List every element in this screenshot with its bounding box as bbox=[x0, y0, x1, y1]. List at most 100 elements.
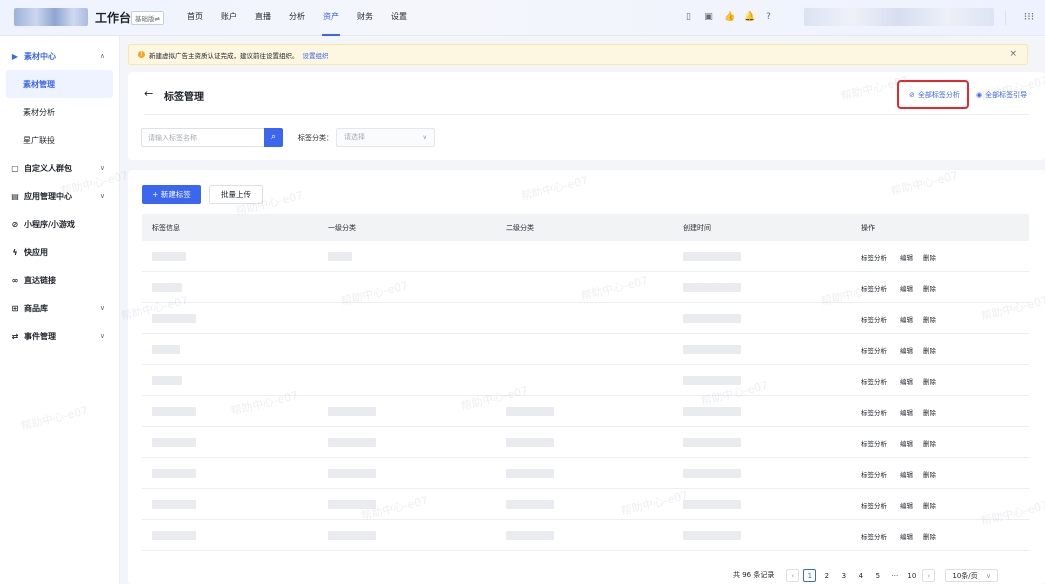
logo[interactable] bbox=[14, 8, 88, 26]
tag-analysis-link[interactable]: 标签分析 bbox=[861, 314, 887, 324]
sidebar-item-direct-link[interactable]: ∞ 直达链接 bbox=[0, 266, 119, 294]
apps-grid-icon[interactable]: ⁝⁝⁝ bbox=[1022, 10, 1036, 24]
notice-banner: ! 新建虚拟广告主资质认证完成，建议前往设置组织。 设置组织 × bbox=[128, 44, 1028, 65]
tag-analysis-link[interactable]: 标签分析 bbox=[861, 376, 887, 386]
delete-link[interactable]: 删除 bbox=[923, 407, 936, 417]
tag-analysis-link[interactable]: 标签分析 bbox=[861, 438, 887, 448]
sidebar-group-label: 商品库 bbox=[24, 303, 48, 313]
page-button[interactable]: 5 bbox=[871, 569, 884, 582]
nav-analysis[interactable]: 分析 bbox=[288, 0, 306, 36]
table-row: 标签分析 编辑 删除 bbox=[142, 365, 1029, 396]
back-arrow-icon[interactable]: ← bbox=[144, 87, 153, 100]
edit-link[interactable]: 编辑 bbox=[900, 407, 913, 417]
thumb-icon[interactable]: 👍 bbox=[724, 12, 735, 22]
sidebar-group-product-library[interactable]: ⊞ 商品库 ∨ bbox=[0, 294, 119, 322]
edit-link[interactable]: 编辑 bbox=[900, 283, 913, 293]
category-select[interactable]: 请选择 ∨ bbox=[336, 128, 435, 147]
tag-analysis-link[interactable]: 标签分析 bbox=[861, 407, 887, 417]
tag-analysis-link[interactable]: 标签分析 bbox=[861, 531, 887, 541]
all-tag-guide-button[interactable]: ◉ 全部标签引导 bbox=[976, 90, 1027, 100]
page-size-select[interactable]: 10条/页 ∨ bbox=[945, 568, 998, 582]
top-nav: 首页 账户 直播 分析 资产 财务 设置 bbox=[186, 0, 424, 36]
delete-link[interactable]: 删除 bbox=[923, 376, 936, 386]
redacted-cell bbox=[328, 500, 376, 509]
bell-icon[interactable]: 🔔 bbox=[744, 12, 755, 22]
nav-finance[interactable]: 财务 bbox=[356, 0, 374, 36]
sidebar-group-label: 素材中心 bbox=[24, 51, 56, 61]
nav-account[interactable]: 账户 bbox=[220, 0, 238, 36]
sidebar-item-xingguang[interactable]: 星广联投 bbox=[0, 126, 119, 154]
batch-upload-button[interactable]: 批量上传 bbox=[209, 185, 263, 204]
sidebar-group-label: 直达链接 bbox=[24, 275, 56, 285]
nav-live[interactable]: 直播 bbox=[254, 0, 272, 36]
sidebar-group-app-management[interactable]: ▤ 应用管理中心 ∨ bbox=[0, 182, 119, 210]
app-title: 工作台 bbox=[95, 11, 132, 25]
all-tag-guide-label: 全部标签引导 bbox=[985, 91, 1028, 99]
edit-link[interactable]: 编辑 bbox=[900, 252, 913, 262]
delete-link[interactable]: 删除 bbox=[923, 531, 936, 541]
page-button[interactable]: 1 bbox=[803, 568, 817, 582]
sidebar-item-quickapp[interactable]: ϟ 快应用 bbox=[0, 238, 119, 266]
sidebar-item-material-management[interactable]: 素材管理 bbox=[6, 70, 113, 98]
edit-link[interactable]: 编辑 bbox=[900, 469, 913, 479]
link-icon: ∞ bbox=[11, 275, 19, 285]
edit-link[interactable]: 编辑 bbox=[900, 500, 913, 510]
tag-analysis-link[interactable]: 标签分析 bbox=[861, 283, 887, 293]
sidebar-group-audience[interactable]: ▢ 自定义人群包 ∨ bbox=[0, 154, 119, 182]
new-tag-button[interactable]: + 新建标签 bbox=[142, 185, 201, 204]
delete-link[interactable]: 删除 bbox=[923, 438, 936, 448]
sidebar-item-material-analysis[interactable]: 素材分析 bbox=[0, 98, 119, 126]
page-ellipsis[interactable]: ··· bbox=[888, 569, 901, 582]
nav-home[interactable]: 首页 bbox=[186, 0, 204, 36]
tag-analysis-link[interactable]: 标签分析 bbox=[861, 500, 887, 510]
version-switch-badge[interactable]: 基础版⇌ bbox=[131, 11, 164, 25]
pagination: 共 96 条记录 ‹ 1 2 3 4 5 ··· 10 › 10条/页 ∨ bbox=[733, 568, 998, 582]
edit-link[interactable]: 编辑 bbox=[900, 345, 913, 355]
page-button[interactable]: 3 bbox=[837, 569, 850, 582]
redacted-cell bbox=[328, 252, 352, 261]
table-row: 标签分析 编辑 删除 bbox=[142, 458, 1029, 489]
table-row: 标签分析 编辑 删除 bbox=[142, 303, 1029, 334]
tag-search-input[interactable] bbox=[141, 128, 264, 147]
top-bar: 工作台 基础版⇌ 首页 账户 直播 分析 资产 财务 设置 ▯ ▣ 👍 🔔 ? … bbox=[0, 0, 1045, 36]
chevron-down-icon: ∨ bbox=[99, 164, 105, 172]
user-account-info[interactable] bbox=[804, 8, 994, 26]
all-tag-analysis-button[interactable]: ⊘ 全部标签分析 bbox=[909, 90, 960, 100]
edit-link[interactable]: 编辑 bbox=[900, 531, 913, 541]
tag-analysis-link[interactable]: 标签分析 bbox=[861, 345, 887, 355]
prev-page-button[interactable]: ‹ bbox=[786, 568, 800, 582]
media-icon: ▶ bbox=[11, 51, 19, 61]
edit-link[interactable]: 编辑 bbox=[900, 438, 913, 448]
search-icon[interactable]: ⌕ bbox=[264, 128, 283, 147]
edit-link[interactable]: 编辑 bbox=[900, 376, 913, 386]
page-button[interactable]: 10 bbox=[905, 569, 918, 582]
next-page-button[interactable]: › bbox=[922, 568, 936, 582]
delete-link[interactable]: 删除 bbox=[923, 283, 936, 293]
tag-analysis-link[interactable]: 标签分析 bbox=[861, 252, 887, 262]
sidebar-group-event-management[interactable]: ⇄ 事件管理 ∨ bbox=[0, 322, 119, 350]
nav-assets[interactable]: 资产 bbox=[322, 0, 340, 36]
redacted-cell bbox=[683, 500, 741, 509]
phone-icon[interactable]: ▯ bbox=[684, 12, 693, 22]
divider bbox=[1005, 11, 1006, 25]
notice-link[interactable]: 设置组织 bbox=[303, 50, 329, 60]
redacted-cell bbox=[683, 407, 741, 416]
sidebar-item-miniprogram[interactable]: ⊘ 小程序/小游戏 bbox=[0, 210, 119, 238]
page-button[interactable]: 2 bbox=[820, 569, 833, 582]
sidebar-group-label: 自定义人群包 bbox=[24, 163, 72, 173]
table-row: 标签分析 编辑 删除 bbox=[142, 272, 1029, 303]
nav-settings[interactable]: 设置 bbox=[390, 0, 408, 36]
delete-link[interactable]: 删除 bbox=[923, 469, 936, 479]
page-button[interactable]: 4 bbox=[854, 569, 867, 582]
help-icon[interactable]: ? bbox=[764, 12, 773, 22]
delete-link[interactable]: 删除 bbox=[923, 500, 936, 510]
delete-link[interactable]: 删除 bbox=[923, 252, 936, 262]
sidebar: ▶ 素材中心 ∧ 素材管理 素材分析 星广联投 ▢ 自定义人群包 ∨ ▤ 应用管… bbox=[0, 36, 120, 584]
edit-link[interactable]: 编辑 bbox=[900, 314, 913, 324]
close-icon[interactable]: × bbox=[1009, 49, 1017, 59]
briefcase-icon[interactable]: ▣ bbox=[704, 12, 713, 22]
sidebar-group-media-center[interactable]: ▶ 素材中心 ∧ bbox=[0, 42, 119, 70]
delete-link[interactable]: 删除 bbox=[923, 345, 936, 355]
delete-link[interactable]: 删除 bbox=[923, 314, 936, 324]
tag-analysis-link[interactable]: 标签分析 bbox=[861, 469, 887, 479]
